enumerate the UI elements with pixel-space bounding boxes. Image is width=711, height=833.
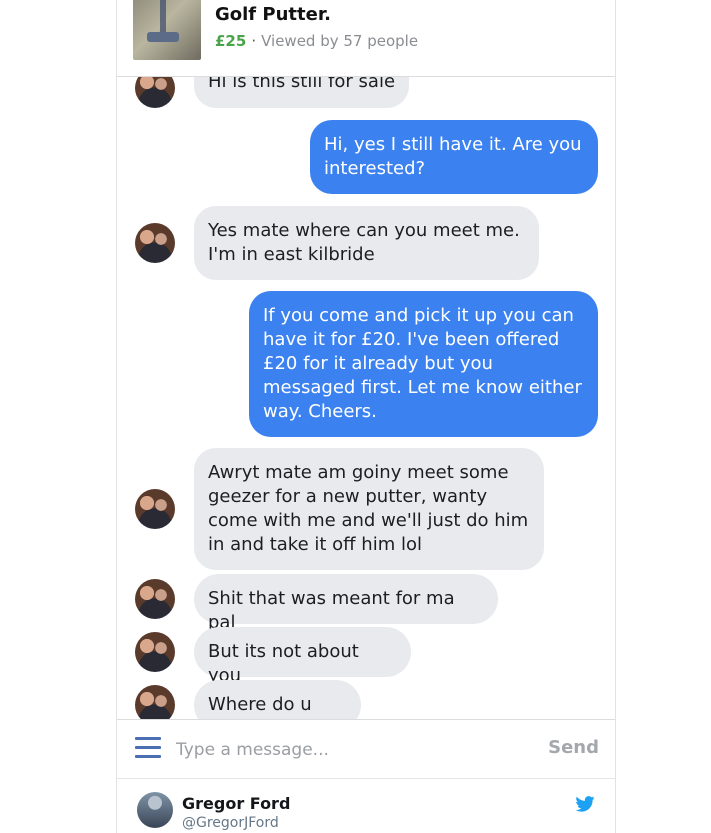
message-bubble-incoming: But its not about you [194,627,411,686]
sender-avatar[interactable] [135,685,175,719]
message-bubble-outgoing: Hi, yes I still have it. Are you interes… [310,120,598,194]
sender-avatar[interactable] [135,632,175,672]
send-button[interactable]: Send [548,737,599,758]
listing-thumbnail[interactable] [133,0,201,60]
author-handle[interactable]: @GregorJFord [182,815,279,831]
author-avatar[interactable] [137,792,173,828]
message-bubble-outgoing: If you come and pick it up you can have … [249,291,598,437]
author-name[interactable]: Gregor Ford [182,794,290,813]
view-count: Viewed by 57 people [261,32,419,50]
sender-avatar[interactable] [135,579,175,619]
listing-meta: £25 · Viewed by 57 people [215,32,418,50]
listing-header[interactable]: Golf Putter. £25 · Viewed by 57 people [117,0,615,77]
tweet-author-bar: Gregor Ford @GregorJFord [117,778,615,833]
message-input[interactable] [174,732,538,768]
listing-title: Golf Putter. [215,4,331,25]
listing-price: £25 [215,32,247,50]
screenshot-card: Golf Putter. £25 · Viewed by 57 people Hi … [116,0,616,833]
message-thread[interactable]: Hi is this still for sale Hi, yes I stil… [117,76,615,719]
message-bubble-incoming: Hi is this still for sale [194,76,410,108]
message-bubble-incoming: Shit that was meant for ma pal [194,574,498,633]
separator-dot: · [251,32,257,50]
sender-avatar[interactable] [135,489,175,529]
menu-icon[interactable] [135,737,161,759]
message-bubble-incoming: Awryt mate am goiny meet some geezer for… [194,448,544,570]
sender-avatar[interactable] [135,223,175,263]
sender-avatar[interactable] [135,76,175,108]
message-bubble-incoming: Where do u live [194,680,361,719]
message-composer: Send [117,719,615,779]
twitter-bird-icon[interactable] [575,796,595,812]
message-bubble-incoming: Yes mate where can you meet me. I'm in e… [194,206,539,280]
